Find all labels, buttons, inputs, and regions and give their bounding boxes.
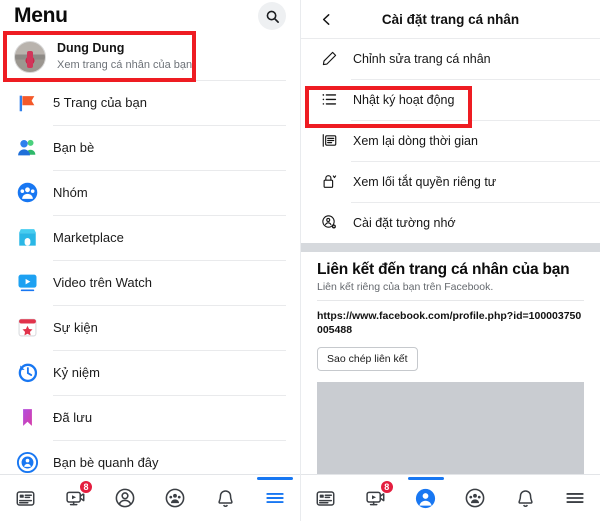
menu-item-label: Bạn bè: [53, 140, 95, 155]
menu-item-label: Sự kiện: [53, 320, 98, 335]
settings-item-label: Xem lối tắt quyền riêng tư: [353, 174, 497, 189]
profile-row[interactable]: Dung Dung Xem trang cá nhân của bạn: [0, 34, 300, 80]
menu-item-label: Video trên Watch: [53, 275, 152, 290]
saved-icon: [14, 405, 40, 431]
nav-menu[interactable]: [253, 477, 297, 518]
nav-groups[interactable]: [453, 478, 497, 518]
profile-url: https://www.facebook.com/profile.php?id=…: [317, 310, 582, 337]
search-icon[interactable]: [258, 2, 286, 30]
privacy-lock-icon: [319, 172, 339, 192]
section-divider-band: [301, 243, 600, 252]
app-screenshot: Menu Dung Dung Xem trang cá nhân của bạn: [0, 0, 600, 521]
settings-item-edit-profile[interactable]: Chỉnh sửa trang cá nhân: [301, 38, 600, 79]
menu-list: 5 Trang của bạn Bạn bè Nhóm Marketplace …: [0, 80, 300, 485]
menu-item-label: 5 Trang của bạn: [53, 95, 147, 110]
settings-item-memorial-settings[interactable]: Cài đặt tường nhớ: [301, 202, 600, 243]
nav-notifications[interactable]: [203, 478, 247, 518]
menu-item-groups[interactable]: Nhóm: [0, 170, 300, 215]
events-icon: [14, 315, 40, 341]
menu-item-events[interactable]: Sự kiện: [0, 305, 300, 350]
notification-badge: 8: [379, 480, 394, 494]
nav-profile[interactable]: [404, 477, 448, 518]
bottom-navigation-left: 8: [0, 474, 300, 521]
nav-profile[interactable]: [103, 478, 147, 518]
groups-icon: [14, 180, 40, 206]
settings-item-timeline-review[interactable]: Xem lại dòng thời gian: [301, 120, 600, 161]
timeline-review-icon: [319, 131, 339, 151]
memorial-settings-icon: [319, 213, 339, 233]
link-section-title: Liên kết đến trang cá nhân của bạn: [317, 261, 570, 278]
settings-header: Cài đặt trang cá nhân: [301, 0, 600, 38]
menu-item-saved[interactable]: Đã lưu: [0, 395, 300, 440]
profile-name: Dung Dung: [57, 41, 125, 56]
activity-log-icon: [319, 90, 339, 110]
menu-item-friends[interactable]: Bạn bè: [0, 125, 300, 170]
settings-item-label: Xem lại dòng thời gian: [353, 133, 478, 148]
menu-item-marketplace[interactable]: Marketplace: [0, 215, 300, 260]
menu-item-label: Đã lưu: [53, 410, 93, 425]
settings-item-label: Nhật ký hoạt động: [353, 92, 455, 107]
settings-item-label: Chỉnh sửa trang cá nhân: [353, 51, 491, 66]
nav-menu[interactable]: [553, 478, 597, 518]
chevron-left-icon[interactable]: [317, 10, 335, 28]
friends-icon: [14, 135, 40, 161]
profile-text: Dung Dung Xem trang cá nhân của bạn: [57, 41, 192, 72]
nav-watch[interactable]: 8: [354, 478, 398, 518]
menu-item-label: Marketplace: [53, 230, 124, 245]
settings-item-label: Cài đặt tường nhớ: [353, 215, 456, 230]
settings-item-activity-log[interactable]: Nhật ký hoạt động: [301, 79, 600, 120]
notification-badge: 8: [79, 480, 93, 494]
bottom-navigation-right: 8: [301, 474, 600, 521]
nav-groups[interactable]: [153, 478, 197, 518]
profile-link-section: Liên kết đến trang cá nhân của bạn Liên …: [301, 252, 600, 490]
settings-list: Chỉnh sửa trang cá nhân Nhật ký hoạt độn…: [301, 38, 600, 243]
active-tab-indicator: [257, 477, 293, 480]
settings-item-privacy-shortcuts[interactable]: Xem lối tắt quyền riêng tư: [301, 161, 600, 202]
menu-item-label: Kỷ niệm: [53, 365, 100, 380]
link-section-subtitle: Liên kết riêng của bạn trên Facebook.: [317, 281, 494, 293]
memories-icon: [14, 360, 40, 386]
avatar: [14, 41, 46, 73]
watch-icon: [14, 270, 40, 296]
divider: [317, 300, 584, 301]
menu-item-watch[interactable]: Video trên Watch: [0, 260, 300, 305]
marketplace-icon: [14, 225, 40, 251]
menu-item-pages[interactable]: 5 Trang của bạn: [0, 80, 300, 125]
menu-item-label: Bạn bè quanh đây: [53, 455, 159, 470]
menu-item-label: Nhóm: [53, 185, 88, 200]
nav-news-feed[interactable]: [3, 478, 47, 518]
menu-header: Menu: [0, 0, 300, 34]
flag-icon: [14, 90, 40, 116]
settings-title: Cài đặt trang cá nhân: [381, 11, 520, 27]
nav-watch[interactable]: 8: [53, 478, 97, 518]
copy-link-button[interactable]: Sao chép liên kết: [317, 347, 418, 372]
profile-subtitle: Xem trang cá nhân của bạn: [57, 58, 193, 71]
page-title: Menu: [14, 4, 68, 27]
menu-item-memories[interactable]: Kỷ niệm: [0, 350, 300, 395]
pencil-icon: [319, 49, 339, 69]
nav-notifications[interactable]: [503, 478, 547, 518]
nav-news-feed[interactable]: [304, 478, 348, 518]
active-tab-indicator: [407, 477, 444, 480]
profile-settings-panel: Cài đặt trang cá nhân Chỉnh sửa trang cá…: [300, 0, 600, 521]
menu-panel: Menu Dung Dung Xem trang cá nhân của bạn: [0, 0, 300, 521]
nearby-icon: [14, 450, 40, 476]
